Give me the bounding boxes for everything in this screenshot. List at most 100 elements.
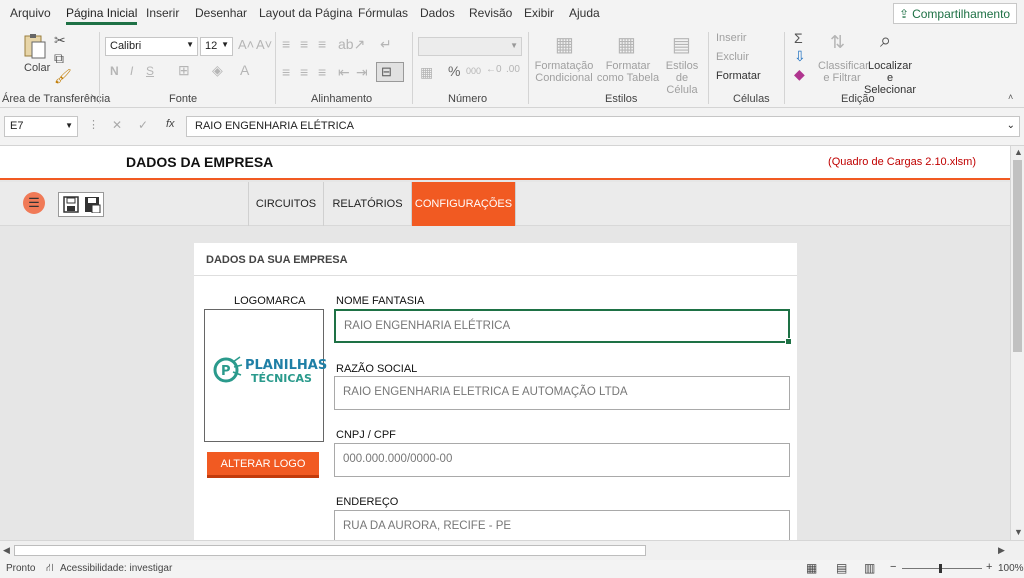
font-size-select[interactable]: 12 ▼ [200,37,233,56]
alter-logo-button[interactable]: ALTERAR LOGO [207,452,319,478]
name-box[interactable]: E7 ▼ [4,116,78,137]
menu-icon[interactable]: ☰ [23,192,45,214]
percent-button[interactable]: % [448,63,460,79]
font-name-select[interactable]: Calibri ▼ [105,37,198,56]
font-color-icon[interactable]: A [240,62,249,78]
cancel-icon[interactable]: ✕ [112,118,122,132]
tab-arquivo[interactable]: Arquivo [10,6,51,20]
borders-icon[interactable]: ⊞ [178,62,190,79]
decrease-decimal-icon[interactable]: .00 [506,64,520,75]
horizontal-scroll-thumb[interactable] [14,545,646,556]
vertical-scroll-thumb[interactable] [1013,160,1022,352]
thousands-button[interactable]: 000 [466,66,481,76]
scroll-down-icon[interactable]: ▼ [1014,527,1023,537]
number-format-select[interactable]: ▼ [418,37,522,56]
align-center-icon[interactable]: ≡ [300,64,308,80]
insert-cells-button[interactable]: Inserir [716,32,747,44]
cell-styles-icon[interactable]: ▤ [672,32,691,57]
tab-dados[interactable]: Dados [420,6,455,20]
save-icon[interactable] [63,196,79,213]
fill-color-icon[interactable]: ◈ [212,62,223,79]
normal-view-icon[interactable]: ▦ [806,561,817,575]
tab-layout-da-pagina[interactable]: Layout da Página [259,6,352,20]
conditional-format-button[interactable]: Formatação Condicional [534,60,594,84]
find-select-button[interactable]: Localizar e Selecionar [864,60,916,96]
expand-formula-icon: ⌄ [1006,120,1015,131]
increase-indent-icon[interactable]: ⇥ [356,64,368,81]
accessibility-status[interactable]: Acessibilidade: investigar [60,563,172,574]
page-break-icon[interactable]: ▥ [864,561,875,575]
format-cells-button[interactable]: Formatar [716,70,761,82]
italic-button[interactable]: I [130,64,133,78]
align-bottom-icon[interactable]: ≡ [318,36,326,52]
ribbon: Colar ✂ ⧉ 🖌 Área de Transferência ↘ Cali… [0,26,1024,108]
formula-value: RAIO ENGENHARIA ELÉTRICA [195,120,354,132]
bold-button[interactable]: N [110,64,119,78]
align-right-icon[interactable]: ≡ [318,64,326,80]
tab-ajuda[interactable]: Ajuda [569,6,600,20]
horizontal-scrollbar[interactable]: ◀ ▶ [0,540,1024,560]
insert-function-icon[interactable]: fx [166,118,175,130]
cnpj-input[interactable]: 000.000.000/0000-00 [334,443,790,477]
clear-icon[interactable]: ◆ [794,66,805,83]
orientation-icon[interactable]: ab↗ [338,36,365,53]
tab-pagina-inicial[interactable]: Página Inicial [66,6,138,25]
zoom-in-icon[interactable]: + [986,561,992,573]
field-label-cnpj: CNPJ / CPF [336,429,396,441]
autosum-icon[interactable]: Σ [794,30,803,46]
ribbon-tab-bar: Arquivo Página Inicial Inserir Desenhar … [0,0,1024,26]
scroll-right-icon[interactable]: ▶ [998,545,1005,556]
fill-icon[interactable]: ⇩ [794,48,806,65]
nav-tab-relatorios[interactable]: RELATÓRIOS [324,182,412,226]
tab-inserir[interactable]: Inserir [146,6,179,20]
decrease-indent-icon[interactable]: ⇤ [338,64,350,81]
tab-exibir[interactable]: Exibir [524,6,554,20]
clipboard-icon [24,34,46,59]
shrink-font-icon[interactable]: A˅ [256,37,272,52]
zoom-out-icon[interactable]: − [890,561,896,573]
scroll-up-icon[interactable]: ▲ [1014,147,1023,157]
cell-styles-button[interactable]: Estilos de Célula [660,60,704,96]
underline-button[interactable]: S [146,64,154,78]
vertical-scrollbar[interactable]: ▲ ▼ [1010,146,1024,540]
scroll-left-icon[interactable]: ◀ [3,545,10,556]
format-painter-icon[interactable]: 🖌 [54,68,72,85]
collapse-ribbon-icon[interactable]: ˄ [1008,92,1013,102]
merge-center-button[interactable]: ⊟ [376,62,404,82]
currency-icon[interactable]: ▦ [420,64,433,81]
save-as-icon[interactable] [84,196,101,213]
tab-revisao[interactable]: Revisão [469,6,512,20]
align-middle-icon[interactable]: ≡ [300,36,308,52]
wrap-text-icon[interactable]: ↵ [380,36,392,53]
format-table-button[interactable]: Formatar como Tabela [596,60,660,84]
tab-formulas[interactable]: Fórmulas [358,6,408,20]
share-button[interactable]: ⇪ Compartilhamento [893,3,1017,24]
grow-font-icon[interactable]: A˄ [238,37,254,52]
align-top-icon[interactable]: ≡ [282,36,290,52]
zoom-slider-thumb[interactable] [939,564,942,573]
nome-fantasia-input[interactable]: RAIO ENGENHARIA ELÉTRICA [334,309,792,345]
delete-cells-button[interactable]: Excluir [716,51,749,63]
paste-button[interactable]: Colar [22,32,50,80]
formula-input[interactable]: RAIO ENGENHARIA ELÉTRICA ⌄ [186,116,1020,137]
divider [528,32,529,104]
razao-social-input[interactable]: RAIO ENGENHARIA ELETRICA E AUTOMAÇÃO LTD… [334,376,790,410]
confirm-icon[interactable]: ✓ [138,118,148,132]
conditional-format-icon[interactable]: ▦ [555,32,574,57]
cut-icon[interactable]: ✂ [54,32,66,49]
increase-decimal-icon[interactable]: ←0 [486,64,502,75]
zoom-slider[interactable] [902,568,982,569]
endereco-input[interactable]: RUA DA AURORA, RECIFE - PE [334,510,790,540]
dialog-launcher-icon[interactable]: ↘ [90,92,97,101]
copy-icon[interactable]: ⧉ [54,50,64,67]
search-icon[interactable]: ⌕ [880,30,891,53]
page-layout-icon[interactable]: ▤ [836,561,847,575]
nav-tab-configuracoes[interactable]: CONFIGURAÇÕES [412,182,516,226]
format-table-icon[interactable]: ▦ [617,32,636,57]
sort-filter-icon[interactable]: ⇅ [830,32,845,53]
sort-filter-button[interactable]: Classificar e Filtrar [818,60,869,84]
tab-desenhar[interactable]: Desenhar [195,6,247,20]
align-left-icon[interactable]: ≡ [282,64,290,80]
zoom-level[interactable]: 100% [998,563,1024,574]
nav-tab-circuitos[interactable]: CIRCUITOS [248,182,324,226]
